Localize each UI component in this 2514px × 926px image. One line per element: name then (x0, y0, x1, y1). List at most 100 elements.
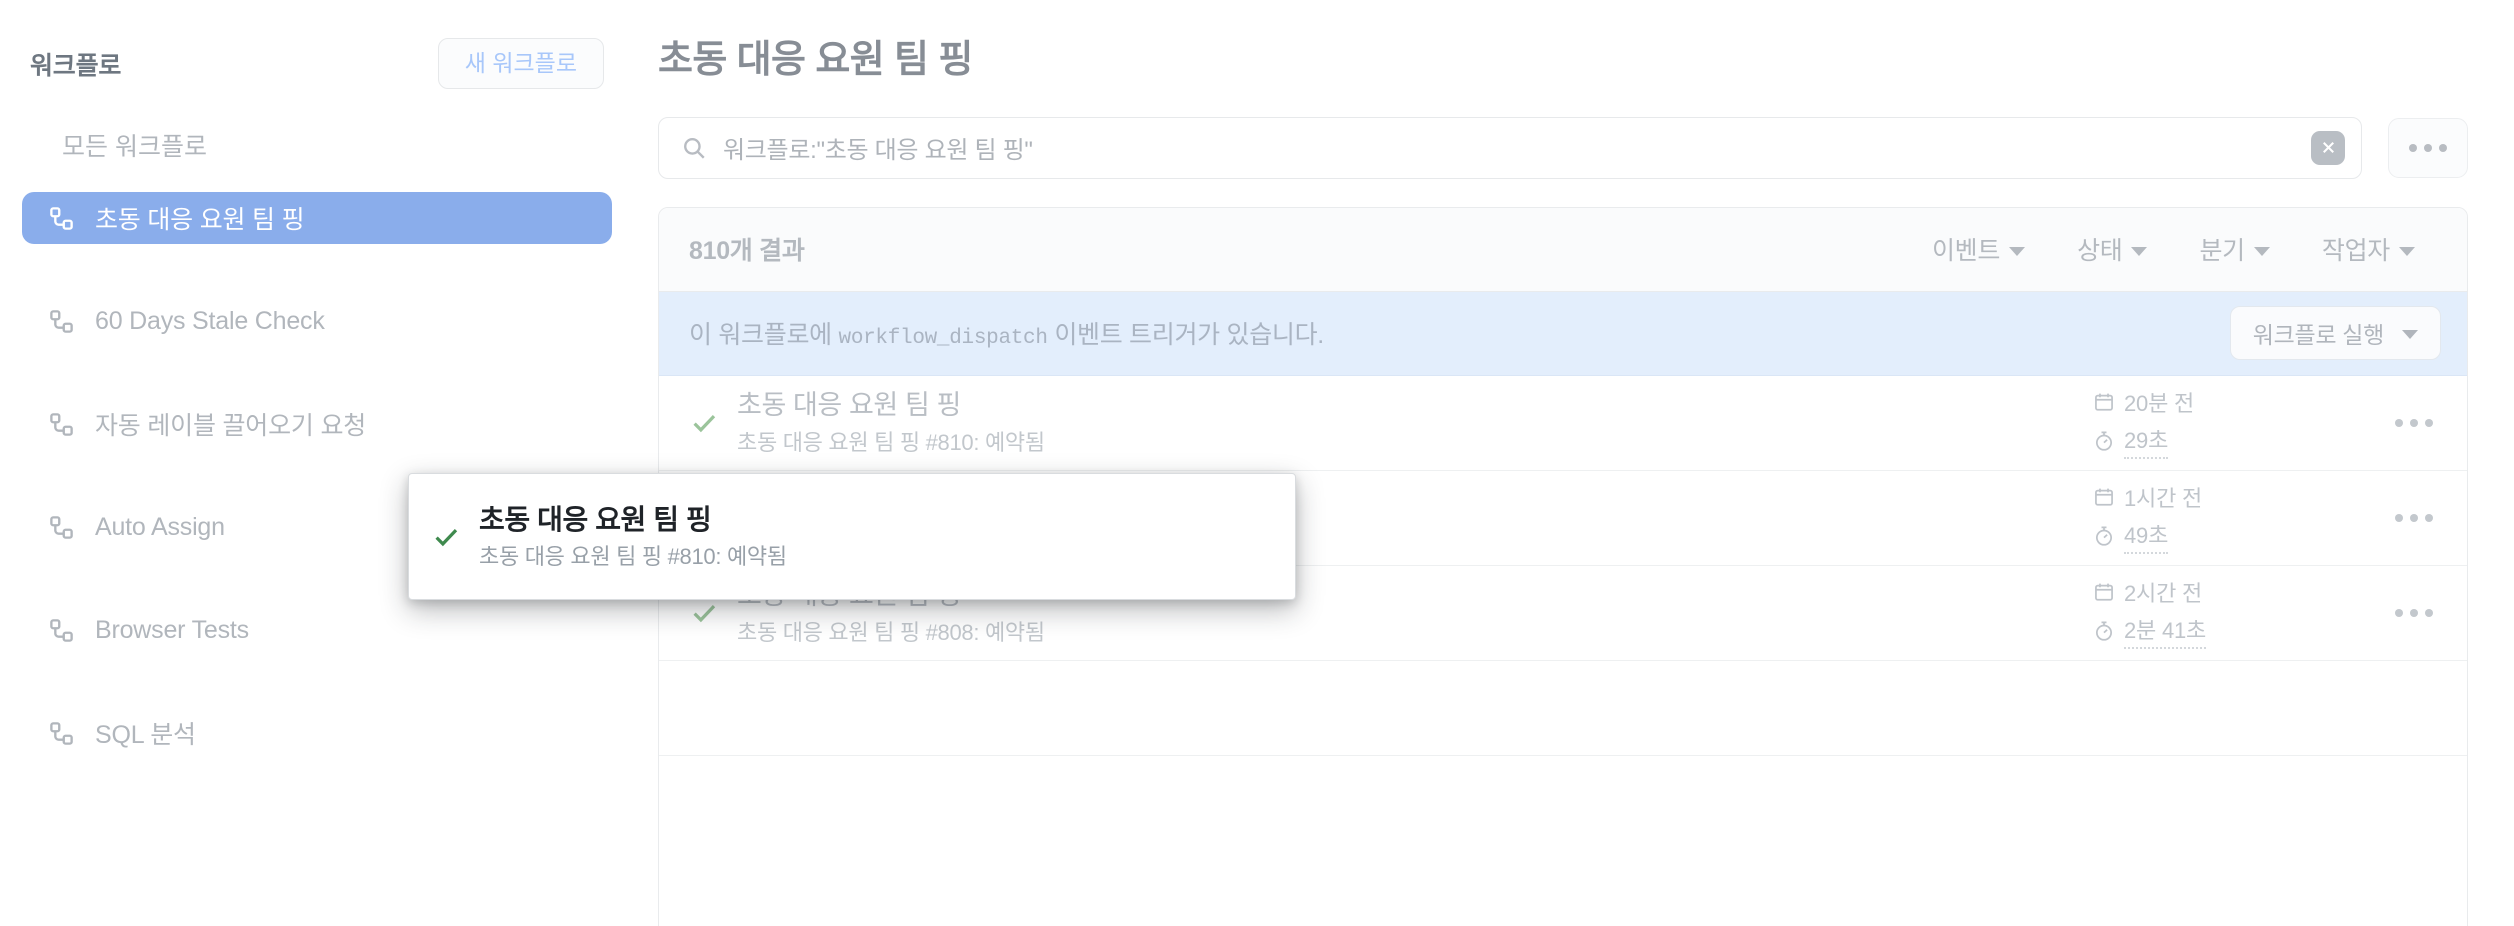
focused-run-card[interactable]: 초동 대응 요원 팀 핑 초동 대응 요원 팀 핑 #810: 예약됨 (408, 473, 1296, 600)
stopwatch-icon (2095, 526, 2113, 546)
sidebar-item-label: Browser Tests (95, 615, 249, 644)
run-times: 1시간 전 49초 (2093, 481, 2202, 554)
run-workflow-label: 워크플로 실행 (2252, 322, 2385, 348)
filter-branch[interactable]: 분기 (2199, 231, 2270, 267)
page-title: 초동 대응 요원 팀 핑 (658, 39, 973, 81)
run-meta: 1시간 전 49초 (2077, 481, 2467, 554)
sidebar-item-all-workflows[interactable]: 모든 워크플로 (0, 135, 648, 160)
filter-label: 이벤트 (1931, 237, 2001, 265)
workflow-icon (48, 308, 75, 335)
sidebar-item-label: Auto Assign (95, 512, 225, 541)
dispatch-text-before: 이 워크플로에 (689, 321, 832, 349)
run-relative-time: 1시간 전 (2093, 481, 2202, 513)
kebab-dot (2425, 418, 2433, 427)
check-icon (689, 408, 723, 438)
run-times: 2시간 전 2분 41초 (2093, 576, 2206, 649)
sidebar-item-workflow-1[interactable]: 60 Days Stale Check (22, 295, 612, 347)
stopwatch-icon (2095, 621, 2113, 641)
filter-status[interactable]: 상태 (2077, 231, 2148, 267)
run-overflow-menu-button[interactable] (2395, 513, 2467, 522)
workflow-icon (48, 720, 75, 747)
sidebar-item-label: SQL 분석 (95, 721, 196, 749)
search-row (658, 116, 2468, 179)
check-icon (689, 598, 723, 628)
run-times: 20분 전 29초 (2093, 386, 2194, 459)
run-title: 초동 대응 요원 팀 핑 (737, 389, 961, 420)
dispatch-text-after: 이벤트 트리거가 있습니다. (1054, 321, 1324, 349)
sidebar-item-workflow-2[interactable]: 자동 레이블 끌어오기 요청 (22, 398, 612, 450)
clear-search-icon[interactable] (2311, 130, 2345, 165)
run-info: 초동 대응 요원 팀 핑 초동 대응 요원 팀 핑 #810: 예약됨 (737, 389, 1045, 456)
sidebar-item-label: 60 Days Stale Check (95, 306, 325, 335)
workflow-dispatch-banner: 이 워크플로에 workflow_dispatch 이벤트 트리거가 있습니다.… (659, 291, 2467, 376)
run-subtitle: 초동 대응 요원 팀 핑 #808: 예약됨 (737, 619, 1045, 645)
filter-label: 작업자 (2321, 237, 2390, 265)
filter-group: 이벤트 상태 분기 작업자 (1932, 231, 2415, 267)
kebab-dot (2410, 608, 2418, 617)
check-icon (431, 522, 465, 552)
focused-run-subtitle: 초동 대응 요원 팀 핑 #810: 예약됨 (479, 544, 787, 570)
run-meta: 20분 전 29초 (2077, 386, 2467, 459)
dispatch-banner-text: 이 워크플로에 workflow_dispatch 이벤트 트리거가 있습니다. (689, 315, 1324, 351)
chevron-down-icon (2402, 330, 2418, 339)
search-input[interactable] (723, 133, 2311, 162)
main-content: 초동 대응 요원 팀 핑 810개 결과 (648, 0, 2514, 926)
filter-actor[interactable]: 작업자 (2322, 231, 2415, 267)
chevron-down-icon (2131, 246, 2148, 256)
calendar-icon (2095, 488, 2113, 506)
run-subtitle: 초동 대응 요원 팀 핑 #810: 예약됨 (737, 429, 1045, 455)
kebab-dot (2395, 418, 2403, 427)
sidebar-item-workflow-0[interactable]: 초동 대응 요원 팀 핑 (22, 192, 612, 244)
sidebar-header: 워크플로 새 워크플로 (0, 0, 648, 89)
search-icon (681, 135, 707, 161)
run-overflow-menu-button[interactable] (2395, 418, 2467, 427)
sidebar-item-workflow-5[interactable]: SQL 분석 (22, 707, 612, 759)
kebab-dot (2425, 608, 2433, 617)
sidebar-item-label: 초동 대응 요원 팀 핑 (95, 206, 305, 234)
focused-run-title: 초동 대응 요원 팀 핑 (479, 504, 712, 536)
relative-time-label: 1시간 전 (2124, 486, 2203, 511)
run-duration: 49초 (2093, 518, 2202, 554)
kebab-dot (2410, 418, 2418, 427)
kebab-dot (2395, 513, 2403, 522)
kebab-dot (2425, 513, 2433, 522)
run-duration: 2분 41초 (2093, 613, 2206, 649)
new-workflow-button[interactable]: 새 워크플로 (437, 38, 604, 89)
chevron-down-icon (2253, 246, 2270, 256)
search-overflow-menu-button[interactable] (2388, 117, 2468, 178)
run-workflow-button[interactable]: 워크플로 실행 (2229, 306, 2441, 360)
kebab-dot (2410, 513, 2418, 522)
relative-time-label: 20분 전 (2124, 391, 2195, 416)
workflow-icon (48, 617, 75, 644)
workflow-icon (48, 411, 75, 438)
workflow-icon (48, 205, 75, 232)
sidebar-item-workflow-4[interactable]: Browser Tests (22, 604, 612, 656)
workflow-runs-page: 워크플로 새 워크플로 모든 워크플로 초동 대응 요원 팀 핑 60 Days… (0, 0, 2514, 926)
run-relative-time: 20분 전 (2093, 386, 2194, 418)
calendar-icon (2095, 393, 2113, 411)
focused-run-info: 초동 대응 요원 팀 핑 초동 대응 요원 팀 핑 #810: 예약됨 (479, 502, 787, 570)
run-duration: 29초 (2093, 423, 2194, 459)
calendar-icon (2095, 583, 2113, 601)
chevron-down-icon (2399, 246, 2415, 256)
workflow-icon (48, 514, 75, 541)
filter-label: 상태 (2077, 237, 2123, 265)
kebab-dot (2395, 608, 2403, 617)
relative-time-label: 2시간 전 (2124, 581, 2203, 606)
sidebar-item-label: 자동 레이블 끌어오기 요청 (95, 412, 367, 440)
table-row[interactable]: 초동 대응 요원 팀 핑 초동 대응 요원 팀 핑 #810: 예약됨 20분 … (659, 376, 2467, 471)
table-row[interactable] (659, 661, 2467, 756)
results-count: 810개 결과 (689, 237, 805, 265)
filter-event[interactable]: 이벤트 (1931, 231, 2026, 267)
run-overflow-menu-button[interactable] (2395, 608, 2467, 617)
duration-label: 2분 41초 (2124, 613, 2206, 649)
search-box[interactable] (658, 116, 2362, 179)
chevron-down-icon (2009, 246, 2026, 256)
sidebar: 워크플로 새 워크플로 모든 워크플로 초동 대응 요원 팀 핑 60 Days… (0, 0, 648, 926)
filter-label: 분기 (2199, 237, 2245, 265)
run-relative-time: 2시간 전 (2093, 576, 2206, 608)
dispatch-event-name: workflow_dispatch (838, 327, 1048, 350)
